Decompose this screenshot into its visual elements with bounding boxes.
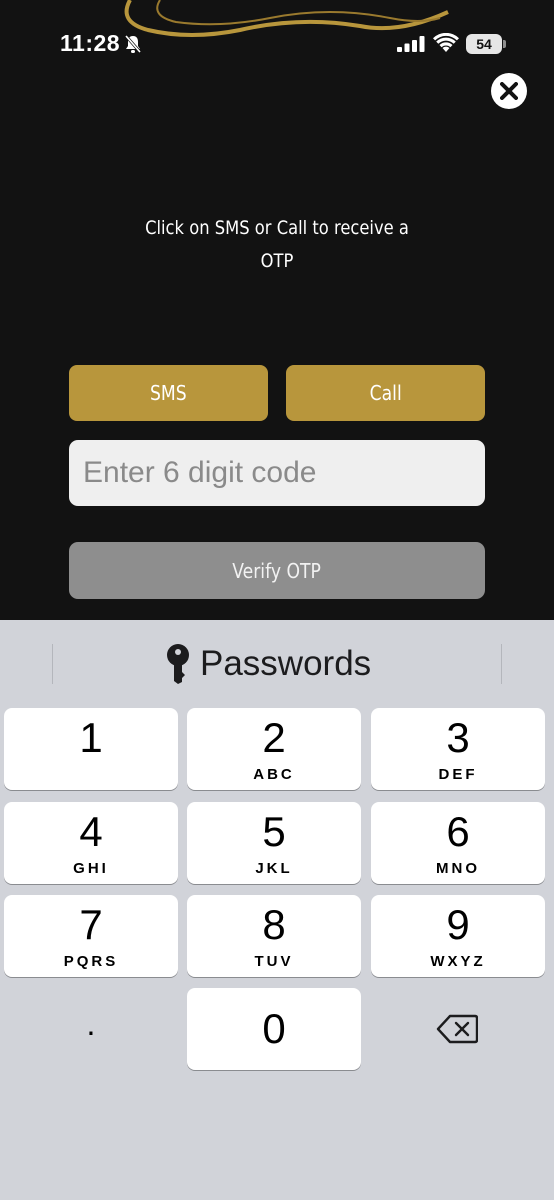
otp-screen: 11:28 54 Click on SMS or Call to receive… <box>0 0 554 620</box>
key-letters: MNO <box>436 860 480 877</box>
call-button[interactable]: Call <box>286 365 485 421</box>
verify-otp-button[interactable]: Verify OTP <box>69 542 485 599</box>
key-digit: 6 <box>446 808 470 855</box>
key-digit: 9 <box>446 901 470 948</box>
key-dot-label: . <box>86 1006 96 1042</box>
close-icon <box>500 82 518 100</box>
divider <box>501 644 502 684</box>
key-digit: 1 <box>79 714 103 761</box>
key-9[interactable]: 9 WXYZ <box>371 895 545 977</box>
divider <box>52 644 53 684</box>
status-time: 11:28 <box>60 30 121 56</box>
key-letters: PQRS <box>63 953 119 970</box>
passwords-label: Passwords <box>200 644 372 683</box>
passwords-suggestion[interactable]: Passwords <box>166 642 371 686</box>
status-bar: 11:28 54 <box>0 0 554 90</box>
key-digit: 5 <box>262 808 286 855</box>
key-letters: GHI <box>73 860 109 877</box>
key-8[interactable]: 8 TUV <box>187 895 361 977</box>
key-digit: 8 <box>262 901 286 948</box>
key-0[interactable]: 0 <box>187 988 361 1070</box>
key-3[interactable]: 3 DEF <box>371 708 545 790</box>
key-digit: 4 <box>79 808 103 855</box>
backspace-key[interactable] <box>370 988 544 1070</box>
key-letters: JKL <box>255 860 293 877</box>
key-4[interactable]: 4 GHI <box>4 802 178 884</box>
key-7[interactable]: 7 PQRS <box>4 895 178 977</box>
key-2[interactable]: 2 ABC <box>187 708 361 790</box>
key-6[interactable]: 6 MNO <box>371 802 545 884</box>
otp-code-input[interactable] <box>69 440 485 506</box>
verify-otp-label: Verify OTP <box>232 558 322 583</box>
numeric-keyboard: Passwords 1 2 ABC 3 DEF 4 GHI 5 JKL 6 MN… <box>0 620 554 1200</box>
bell-slash-icon <box>124 35 142 53</box>
key-5[interactable]: 5 JKL <box>187 802 361 884</box>
key-letters: TUV <box>254 953 294 970</box>
sms-button-label: SMS <box>150 381 187 405</box>
key-dot[interactable]: . <box>4 988 178 1070</box>
wifi-icon <box>433 33 459 52</box>
cellular-signal-icon <box>397 36 425 52</box>
instruction-line-2: OTP <box>260 250 294 272</box>
battery-icon: 54 <box>466 34 506 54</box>
instruction-line-1: Click on SMS or Call to receive a <box>145 217 409 239</box>
close-button[interactable] <box>491 73 527 109</box>
key-digit: 0 <box>262 1005 286 1052</box>
battery-level: 54 <box>476 36 492 52</box>
key-digit: 2 <box>262 714 286 761</box>
key-digit: 3 <box>446 714 470 761</box>
key-1[interactable]: 1 <box>4 708 178 790</box>
call-button-label: Call <box>369 381 402 405</box>
instruction-text: Click on SMS or Call to receive a OTP <box>142 212 412 278</box>
key-digit: 7 <box>79 901 103 948</box>
key-icon <box>167 644 189 684</box>
backspace-icon <box>436 1014 478 1044</box>
sms-button[interactable]: SMS <box>69 365 268 421</box>
key-letters: ABC <box>253 766 295 783</box>
key-letters: WXYZ <box>430 953 486 970</box>
key-letters: DEF <box>438 766 478 783</box>
